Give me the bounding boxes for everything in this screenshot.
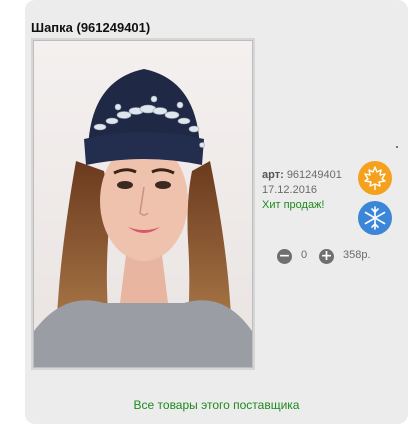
art-number: 961249401 (286, 169, 342, 181)
increase-quantity-button[interactable]: + (319, 249, 334, 264)
decrease-quantity-button[interactable]: − (277, 249, 292, 264)
divider-mark (396, 146, 398, 148)
product-title: Шапка (961249401) (31, 20, 151, 35)
snowflake-icon (358, 201, 392, 235)
hit-badge: Хит продаж! (262, 199, 325, 211)
art-label: арт: (262, 169, 284, 181)
product-meta: арт: 961249401 17.12.2016 Хит продаж! (262, 168, 342, 213)
product-photo[interactable] (33, 40, 253, 368)
product-date: 17.12.2016 (262, 184, 318, 196)
supplier-products-link[interactable]: Все товары этого поставщика (0, 398, 409, 412)
maple-leaf-icon (358, 161, 392, 195)
price: 358р. (343, 249, 371, 261)
quantity-value: 0 (301, 249, 308, 261)
